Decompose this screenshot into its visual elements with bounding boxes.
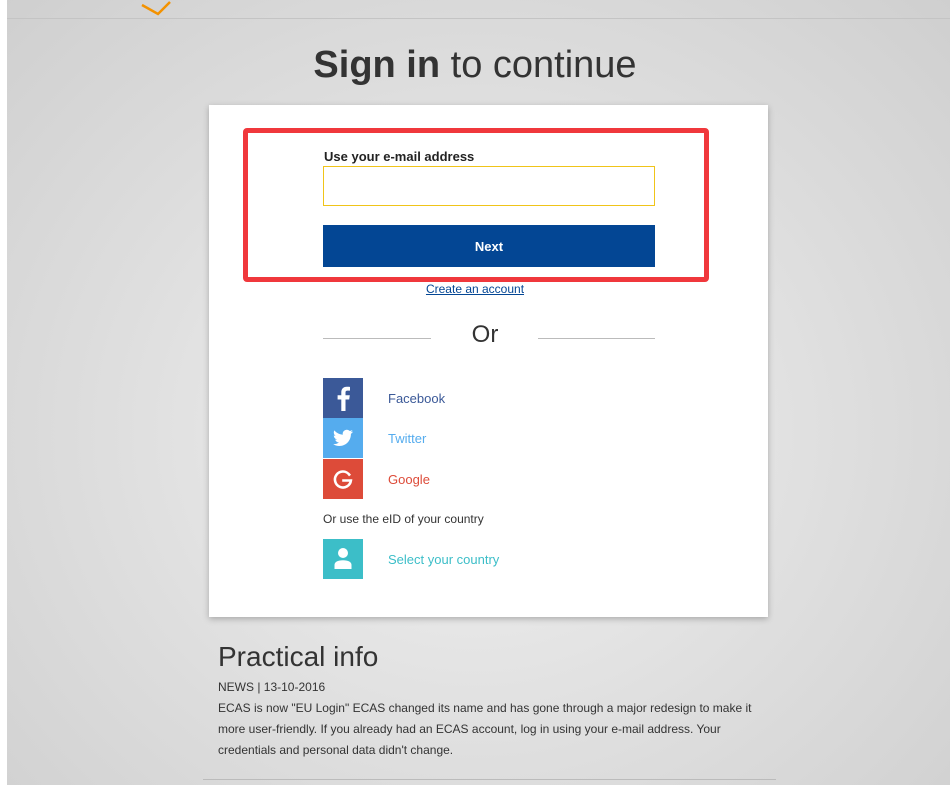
page-title-strong: Sign in: [313, 44, 441, 86]
left-edge: [0, 0, 7, 785]
news-date: NEWS | 13-10-2016: [218, 680, 326, 694]
twitter-icon: [323, 418, 363, 458]
twitter-label: Twitter: [388, 430, 427, 446]
practical-info-title: Practical info: [218, 641, 379, 672]
facebook-label: Facebook: [388, 390, 446, 406]
logo-fragment-icon: [141, 1, 171, 16]
email-field[interactable]: [323, 166, 655, 206]
or-label: Or: [471, 321, 499, 348]
email-label: Use your e-mail address: [324, 149, 475, 164]
footer-divider: [203, 779, 776, 780]
twitter-login-button[interactable]: Twitter: [323, 418, 623, 458]
google-label: Google: [388, 471, 430, 487]
next-button[interactable]: Next: [323, 225, 655, 267]
google-icon: [323, 459, 363, 499]
select-country-button[interactable]: Select your country: [323, 539, 623, 579]
or-divider-right: [538, 338, 655, 339]
create-account-link[interactable]: Create an account: [0, 282, 950, 296]
page-title: Sign in to continue: [0, 42, 950, 88]
header-divider: [7, 18, 950, 19]
person-icon: [323, 539, 363, 579]
page-title-rest: to continue: [440, 44, 637, 86]
facebook-login-button[interactable]: Facebook: [323, 378, 623, 418]
facebook-icon: [323, 378, 363, 418]
or-divider-left: [323, 338, 431, 339]
select-country-label: Select your country: [388, 551, 500, 567]
google-login-button[interactable]: Google: [323, 459, 623, 499]
eid-prompt: Or use the eID of your country: [323, 512, 484, 526]
news-body: ECAS is now "EU Login" ECAS changed its …: [218, 701, 752, 757]
